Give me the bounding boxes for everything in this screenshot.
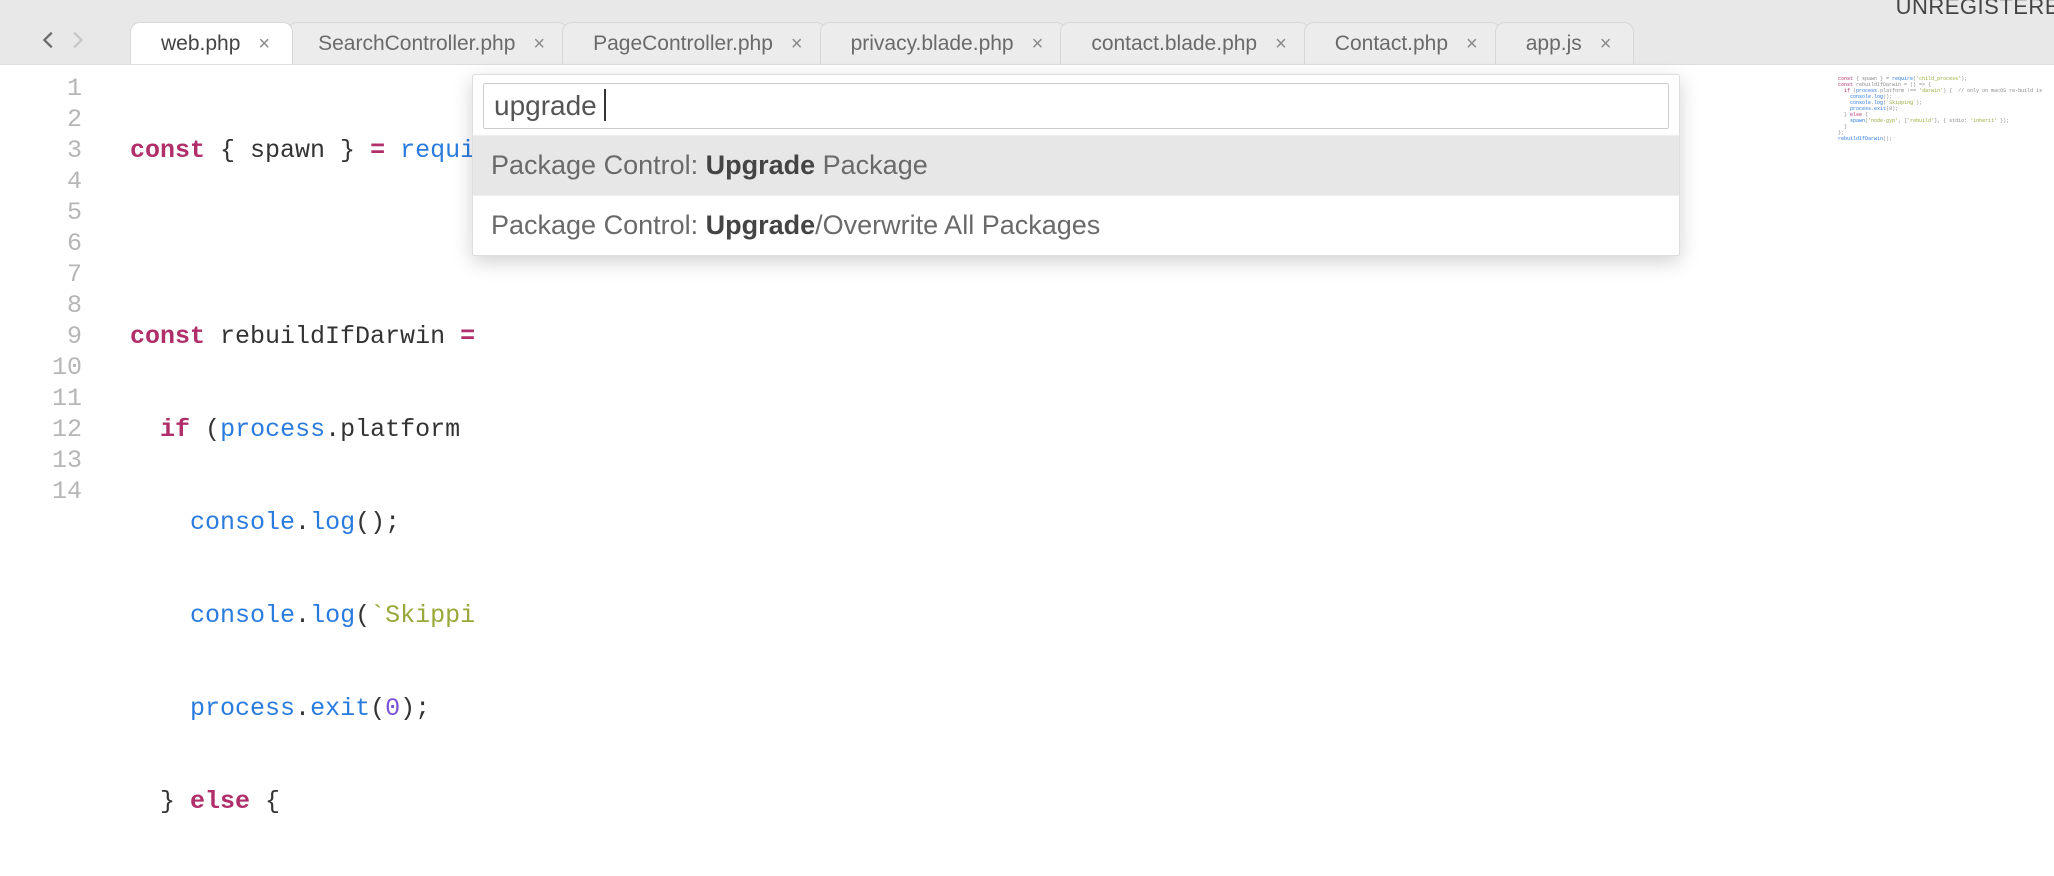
window-top-strip: UNREGISTERE [0,0,2054,18]
tab-label: contact.blade.php [1091,32,1257,56]
close-icon[interactable]: × [1466,34,1478,54]
line-gutter: 1 2 3 4 5 6 7 8 9 10 11 12 13 14 [0,65,100,876]
tabs-container: web.php × SearchController.php × PageCon… [130,22,1628,64]
line-number: 9 [0,321,82,352]
text-cursor [604,89,606,121]
nav-back-icon[interactable] [38,29,60,56]
tab-contact-php[interactable]: Contact.php × [1304,22,1501,64]
command-palette: Package Control: Upgrade Package Package… [472,74,1680,256]
palette-item-highlight: Upgrade [706,210,816,240]
code-line: console.log(); [130,507,2054,538]
tab-web-php[interactable]: web.php × [130,22,293,64]
tab-label: privacy.blade.php [851,32,1014,56]
tab-label: web.php [161,32,240,56]
palette-item-prefix: Package Control: [491,150,706,180]
tab-label: SearchController.php [318,32,515,56]
code-line: const rebuildIfDarwin = [130,321,2054,352]
code-line: process.exit(0); [130,693,2054,724]
minimap[interactable]: const { spawn } = require('child_process… [1834,72,2044,192]
line-number: 5 [0,197,82,228]
line-number: 13 [0,445,82,476]
line-number: 12 [0,414,82,445]
line-number: 14 [0,476,82,507]
palette-results: Package Control: Upgrade Package Package… [473,135,1679,255]
palette-search-input[interactable] [483,83,1669,129]
close-icon[interactable]: × [1032,34,1044,54]
tab-privacy-blade[interactable]: privacy.blade.php × [820,22,1067,64]
palette-input-wrap [473,75,1679,135]
tab-label: app.js [1526,32,1582,56]
line-number: 11 [0,383,82,414]
line-number: 7 [0,259,82,290]
close-icon[interactable]: × [1275,34,1287,54]
code-line: } else { [130,786,2054,817]
line-number: 4 [0,166,82,197]
tab-app-js[interactable]: app.js × [1495,22,1635,64]
palette-item-prefix: Package Control: [491,210,706,240]
app-root: UNREGISTERE web.php × SearchController.p… [0,0,2054,876]
tab-searchcontroller[interactable]: SearchController.php × [287,22,568,64]
close-icon[interactable]: × [258,34,270,54]
palette-item-upgrade-package[interactable]: Package Control: Upgrade Package [473,135,1679,195]
close-icon[interactable]: × [1600,34,1612,54]
palette-item-upgrade-overwrite-all[interactable]: Package Control: Upgrade/Overwrite All P… [473,195,1679,255]
code-line: if (process.platform [130,414,2054,445]
close-icon[interactable]: × [791,34,803,54]
unregistered-label: UNREGISTERE [1896,0,2054,20]
line-number: 6 [0,228,82,259]
tab-bar: web.php × SearchController.php × PageCon… [0,18,2054,64]
nav-forward-icon[interactable] [66,29,88,56]
tab-pagecontroller[interactable]: PageController.php × [562,22,825,64]
close-icon[interactable]: × [533,34,545,54]
palette-item-suffix: Package [815,150,928,180]
palette-item-highlight: Upgrade [706,150,816,180]
tab-label: PageController.php [593,32,773,56]
line-number: 3 [0,135,82,166]
line-number: 1 [0,73,82,104]
code-line: console.log(`Skippi [130,600,2054,631]
nav-arrows [38,29,88,56]
line-number: 2 [0,104,82,135]
tab-label: Contact.php [1335,32,1448,56]
tab-contact-blade[interactable]: contact.blade.php × [1060,22,1309,64]
line-number: 8 [0,290,82,321]
line-number: 10 [0,352,82,383]
palette-item-suffix: /Overwrite All Packages [815,210,1100,240]
